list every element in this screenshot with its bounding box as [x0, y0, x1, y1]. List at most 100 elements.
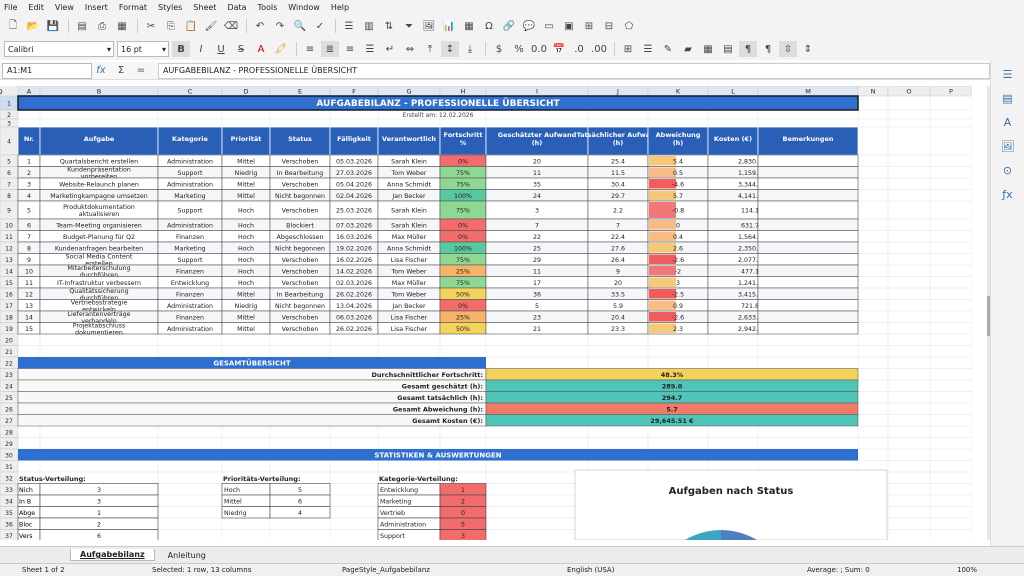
new-doc-icon[interactable]: 🗋: [4, 18, 22, 34]
spellcheck-icon[interactable]: ✓: [311, 18, 329, 34]
text-direction-icon[interactable]: ⇳: [779, 41, 797, 57]
table-cell[interactable]: [757, 322, 859, 335]
menu-format[interactable]: Format: [119, 3, 147, 12]
align-center-icon[interactable]: ≣: [321, 41, 339, 57]
shapes-icon[interactable]: ⬠: [620, 18, 638, 34]
table-cell[interactable]: [757, 218, 859, 231]
table-cell[interactable]: [757, 230, 859, 243]
date-icon[interactable]: 📅: [550, 41, 568, 57]
table-cell[interactable]: [757, 276, 859, 289]
print-icon[interactable]: ⎙: [93, 18, 111, 34]
bg-color-icon[interactable]: ▰: [679, 41, 697, 57]
menu-sheet[interactable]: Sheet: [193, 3, 216, 12]
navigator-icon[interactable]: ⊙: [1000, 164, 1016, 178]
menu-insert[interactable]: Insert: [85, 3, 108, 12]
copy-icon[interactable]: ⎘: [162, 18, 180, 34]
table-cell[interactable]: [757, 200, 859, 220]
formula-input[interactable]: AUFGABEBILANZ - PROFESSIONELLE ÜBERSICHT: [158, 62, 990, 79]
vertical-text-icon[interactable]: ⇕: [799, 41, 817, 57]
remove-decimal-icon[interactable]: .00: [590, 41, 608, 57]
gallery-icon[interactable]: 🖼: [1000, 140, 1016, 154]
function-wizard-icon[interactable]: fx: [92, 63, 110, 79]
open-icon[interactable]: 📂: [24, 18, 42, 34]
status-chart[interactable]: [574, 469, 888, 540]
ltr-icon[interactable]: ¶: [739, 41, 757, 57]
align-left-icon[interactable]: ≡: [301, 41, 319, 57]
styles-icon[interactable]: A: [1000, 116, 1016, 130]
table-cell[interactable]: [757, 310, 859, 323]
menu-view[interactable]: View: [55, 3, 74, 12]
table-cell[interactable]: [757, 189, 859, 202]
special-char-icon[interactable]: Ω: [480, 18, 498, 34]
tab-aufgabebilanz[interactable]: Aufgabebilanz: [70, 549, 155, 561]
font-size-select[interactable]: 16 pt: [117, 41, 169, 57]
menu-window[interactable]: Window: [288, 3, 320, 12]
percent-icon[interactable]: %: [510, 41, 528, 57]
sum-icon[interactable]: Σ: [112, 63, 130, 79]
preview-icon[interactable]: ▦: [113, 18, 131, 34]
bold-icon[interactable]: B: [172, 41, 190, 57]
menu-edit[interactable]: Edit: [28, 3, 44, 12]
font-color-icon[interactable]: A: [252, 41, 270, 57]
table-cell[interactable]: [757, 264, 859, 277]
chart-icon[interactable]: 📊: [440, 18, 458, 34]
paste-icon[interactable]: 📋: [182, 18, 200, 34]
table-cell[interactable]: [757, 177, 859, 190]
menu-file[interactable]: File: [4, 3, 17, 12]
freeze-icon[interactable]: ⊞: [580, 18, 598, 34]
comment-icon[interactable]: 💬: [520, 18, 538, 34]
menu-help[interactable]: Help: [331, 3, 349, 12]
clone-icon[interactable]: 🖌: [202, 18, 220, 34]
currency-icon[interactable]: $: [490, 41, 508, 57]
strikethrough-icon[interactable]: S̶: [232, 41, 250, 57]
clear-icon[interactable]: ⌫: [222, 18, 240, 34]
borders-icon[interactable]: ⊞: [619, 41, 637, 57]
properties-icon[interactable]: ▤: [1000, 92, 1016, 106]
sort-icon[interactable]: ⇅: [380, 18, 398, 34]
tab-anleitung[interactable]: Anleitung: [159, 550, 215, 561]
functions-icon[interactable]: ƒx: [1000, 188, 1016, 202]
table-cell[interactable]: [757, 253, 859, 266]
merge-icon[interactable]: ⇔: [401, 41, 419, 57]
align-top-icon[interactable]: ⤒: [421, 41, 439, 57]
menu-tools[interactable]: Tools: [258, 3, 278, 12]
sheet-grid[interactable]: ABCDEFGHIJKLMNOPQ12345678910111213141516…: [0, 86, 972, 540]
menu-styles[interactable]: Styles: [158, 3, 182, 12]
border-color-icon[interactable]: ✎: [659, 41, 677, 57]
define-print-area-icon[interactable]: ▣: [560, 18, 578, 34]
table-cell[interactable]: [757, 241, 859, 254]
name-box[interactable]: A1:M1: [2, 62, 92, 79]
equals-icon[interactable]: =: [132, 63, 150, 79]
wrap-icon[interactable]: ↵: [381, 41, 399, 57]
styles-icon[interactable]: ▤: [719, 41, 737, 57]
italic-icon[interactable]: I: [192, 41, 210, 57]
redo-icon[interactable]: ↷: [271, 18, 289, 34]
align-right-icon[interactable]: ≡: [341, 41, 359, 57]
export-pdf-icon[interactable]: ▤: [73, 18, 91, 34]
find-icon[interactable]: 🔍: [291, 18, 309, 34]
align-bottom-icon[interactable]: ⤓: [461, 41, 479, 57]
menu-data[interactable]: Data: [227, 3, 246, 12]
conditional-icon[interactable]: ▦: [699, 41, 717, 57]
border-style-icon[interactable]: ☰: [639, 41, 657, 57]
highlight-icon[interactable]: 🖍: [272, 41, 290, 57]
underline-icon[interactable]: U: [212, 41, 230, 57]
zoom-level[interactable]: 100%: [957, 566, 977, 574]
menu-icon[interactable]: ☰: [1000, 68, 1016, 82]
add-decimal-icon[interactable]: .0: [570, 41, 588, 57]
image-icon[interactable]: 🖼: [420, 18, 438, 34]
justify-icon[interactable]: ☰: [361, 41, 379, 57]
font-name-select[interactable]: Calibri: [4, 41, 114, 57]
save-icon[interactable]: 💾: [44, 18, 62, 34]
column-icon[interactable]: ▥: [360, 18, 378, 34]
number-icon[interactable]: 0.0: [530, 41, 548, 57]
pivot-icon[interactable]: ▦: [460, 18, 478, 34]
table-cell[interactable]: [757, 154, 859, 167]
header-footer-icon[interactable]: ▭: [540, 18, 558, 34]
link-icon[interactable]: 🔗: [500, 18, 518, 34]
align-middle-icon[interactable]: ↕: [441, 41, 459, 57]
split-icon[interactable]: ⊟: [600, 18, 618, 34]
undo-icon[interactable]: ↶: [251, 18, 269, 34]
table-cell[interactable]: [757, 287, 859, 300]
rtl-icon[interactable]: ¶: [759, 41, 777, 57]
